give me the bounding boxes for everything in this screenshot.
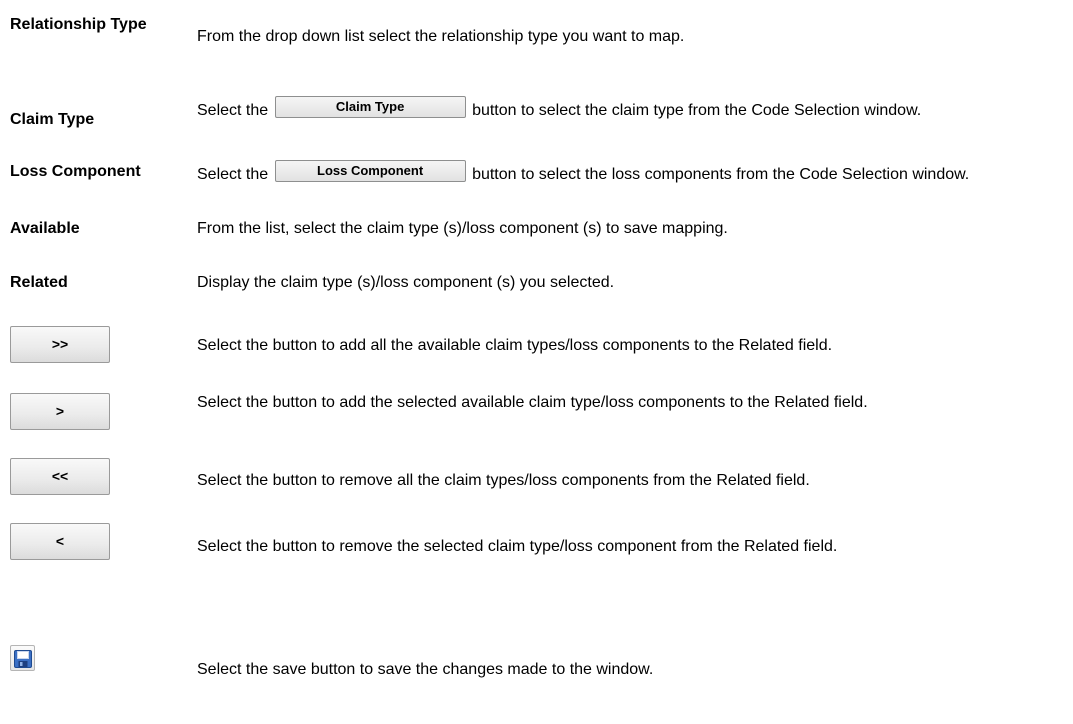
desc-add-selected: Select the button to add the selected av… (197, 394, 868, 411)
term-claim-type: Claim Type (10, 111, 95, 128)
desc-relationship-type: From the drop down list select the relat… (197, 28, 685, 45)
desc-loss-component-before: Select the (197, 166, 269, 184)
desc-save: Select the save button to save the chang… (197, 661, 654, 678)
claim-type-button[interactable]: Claim Type (274, 96, 466, 118)
desc-loss-component: Select the Loss Component button to sele… (197, 160, 970, 186)
add-all-button[interactable]: >> (10, 326, 110, 363)
remove-all-button[interactable]: << (10, 458, 110, 495)
desc-loss-component-after: button to select the loss components fro… (472, 166, 970, 184)
add-selected-button[interactable]: > (10, 393, 110, 430)
desc-add-all: Select the button to add all the availab… (197, 337, 833, 354)
desc-related: Display the claim type (s)/loss componen… (197, 274, 615, 291)
term-relationship-type: Relationship Type (10, 16, 147, 33)
desc-available: From the list, select the claim type (s)… (197, 220, 728, 237)
term-loss-component: Loss Component (10, 163, 141, 180)
save-button[interactable] (10, 645, 35, 671)
desc-remove-selected: Select the button to remove the selected… (197, 538, 838, 555)
desc-claim-type-before: Select the (197, 102, 269, 120)
term-available: Available (10, 220, 80, 237)
desc-remove-all: Select the button to remove all the clai… (197, 472, 810, 489)
term-related: Related (10, 274, 68, 291)
loss-component-button[interactable]: Loss Component (274, 160, 466, 182)
desc-claim-type-after: button to select the claim type from the… (472, 102, 922, 120)
remove-selected-button[interactable]: < (10, 523, 110, 560)
floppy-disk-icon (14, 650, 32, 668)
desc-claim-type: Select the Claim Type button to select t… (197, 96, 1067, 122)
